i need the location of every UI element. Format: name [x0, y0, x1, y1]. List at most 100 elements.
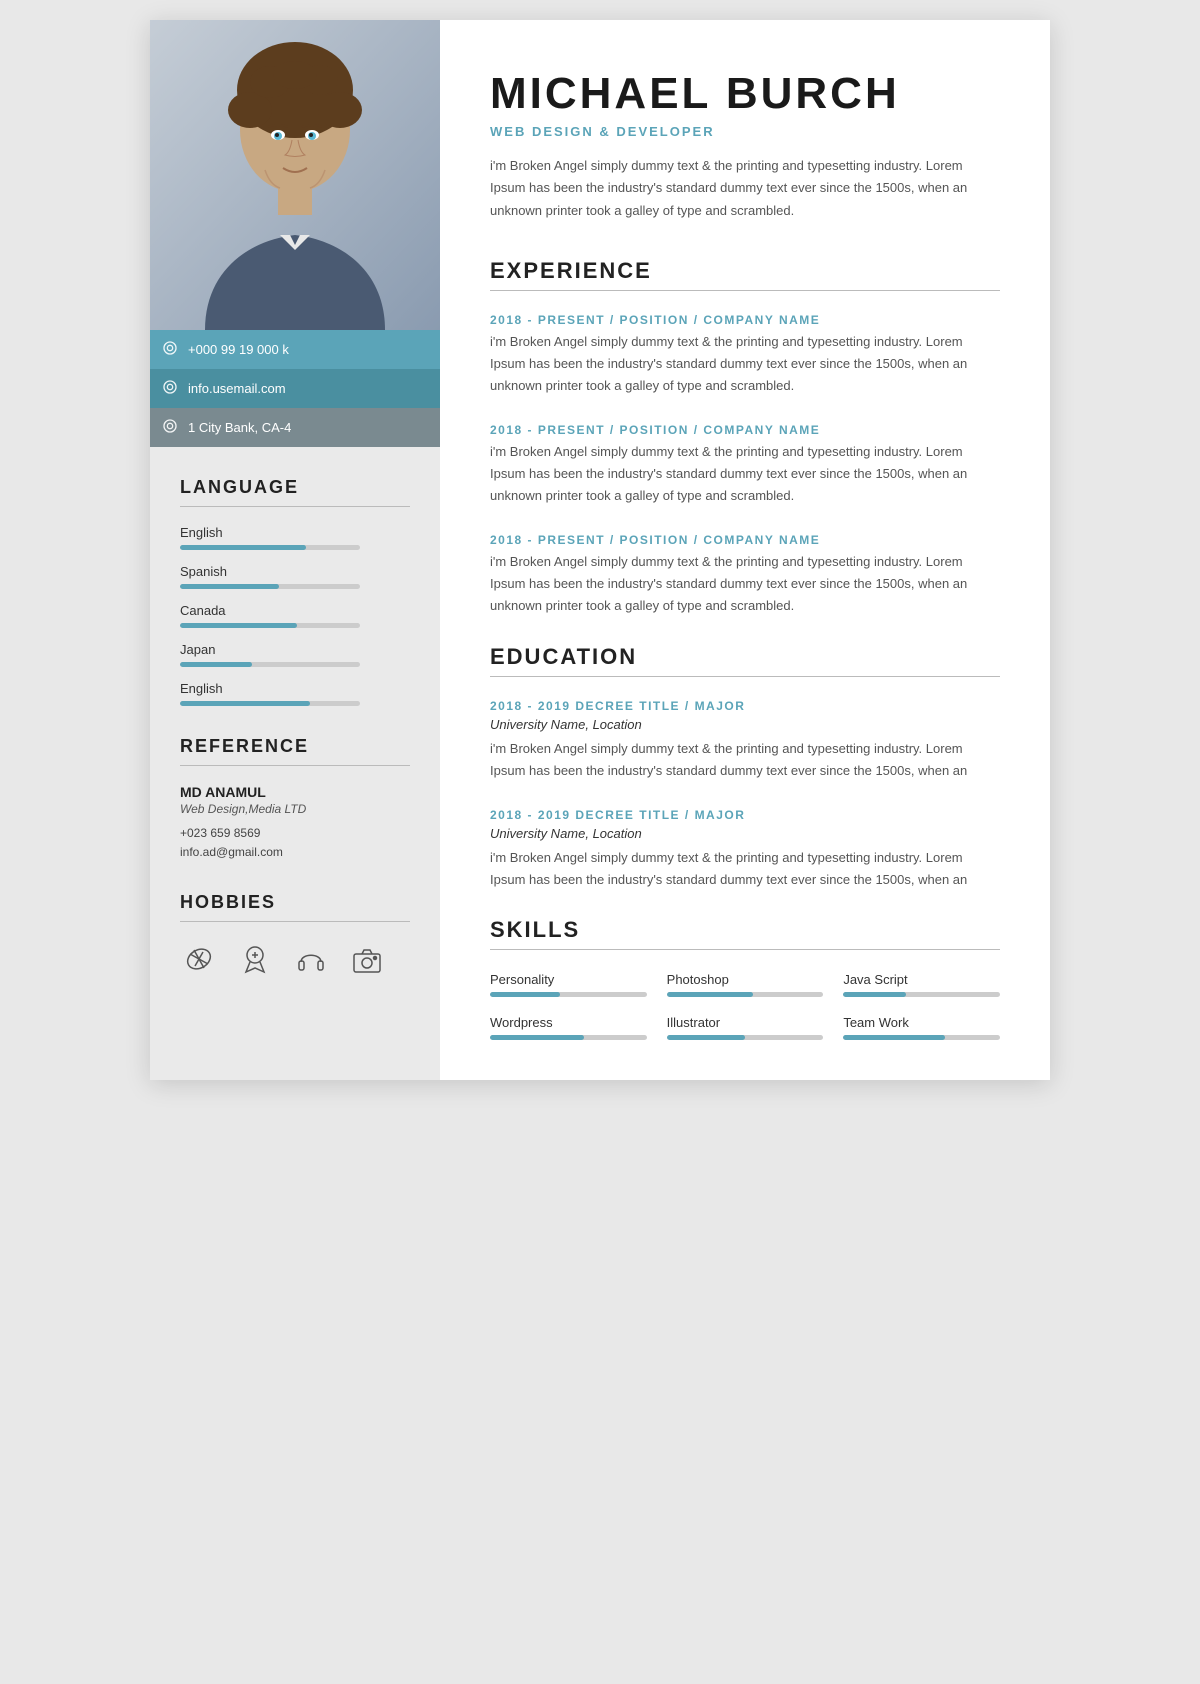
language-name: Japan: [180, 642, 410, 657]
skills-divider: [490, 949, 1000, 950]
skill-bar-bg: [667, 992, 824, 997]
exp-desc: i'm Broken Angel simply dummy text & the…: [490, 551, 1000, 617]
phone-icon: [162, 340, 178, 359]
candidate-name: MICHAEL BURCH: [490, 70, 1000, 118]
language-name: Canada: [180, 603, 410, 618]
skill-bar-bg: [843, 992, 1000, 997]
language-bar-fill: [180, 545, 306, 550]
experience-item: 2018 - PRESENT / POSITION / COMPANY NAME…: [490, 313, 1000, 397]
sidebar: +000 99 19 000 k info.usemail.com 1 City…: [150, 20, 440, 1080]
skill-item: Personality: [490, 972, 647, 997]
edu-desc: i'm Broken Angel simply dummy text & the…: [490, 847, 1000, 891]
skill-item: Illustrator: [667, 1015, 824, 1040]
skill-item: Team Work: [843, 1015, 1000, 1040]
reference-section-title: REFERENCE: [180, 736, 410, 757]
skill-item: Photoshop: [667, 972, 824, 997]
skills-grid: Personality Photoshop Java Script Wordpr…: [490, 972, 1000, 1040]
hobby-icon-football: [180, 940, 218, 978]
email-address: info.usemail.com: [188, 381, 286, 396]
language-bar-bg: [180, 584, 360, 589]
profile-photo: [150, 20, 440, 330]
language-name: English: [180, 681, 410, 696]
skill-bar-fill: [667, 1035, 745, 1040]
language-bar-fill: [180, 584, 279, 589]
education-item: 2018 - 2019 DECREE TITLE / MAJOR Univers…: [490, 808, 1000, 891]
language-item: Japan: [180, 642, 410, 667]
language-item: English: [180, 525, 410, 550]
edu-subtitle: 2018 - 2019 DECREE TITLE / MAJOR: [490, 699, 1000, 713]
skill-bar-fill: [667, 992, 753, 997]
phone-number: +000 99 19 000 k: [188, 342, 289, 357]
language-item: Spanish: [180, 564, 410, 589]
reference-divider: [180, 765, 410, 766]
skill-name: Illustrator: [667, 1015, 824, 1030]
education-item: 2018 - 2019 DECREE TITLE / MAJOR Univers…: [490, 699, 1000, 782]
ref-email: info.ad@gmail.com: [180, 843, 410, 862]
main-content: MICHAEL BURCH WEB DESIGN & DEVELOPER i'm…: [440, 20, 1050, 1080]
education-list: 2018 - 2019 DECREE TITLE / MAJOR Univers…: [490, 699, 1000, 891]
hobbies-section-title: HOBBIES: [180, 892, 410, 913]
address-icon: [162, 418, 178, 437]
language-section-title: LANGUAGE: [180, 477, 410, 498]
language-item: Canada: [180, 603, 410, 628]
skill-bar-fill: [843, 992, 906, 997]
skill-name: Photoshop: [667, 972, 824, 987]
email-icon: [162, 379, 178, 398]
skill-bar-bg: [490, 1035, 647, 1040]
language-bar-bg: [180, 662, 360, 667]
ref-name: MD ANAMUL: [180, 784, 410, 800]
hobby-icon-music: [292, 940, 330, 978]
experience-item: 2018 - PRESENT / POSITION / COMPANY NAME…: [490, 533, 1000, 617]
skill-bar-bg: [667, 1035, 824, 1040]
language-bar-fill: [180, 662, 252, 667]
hobbies-icons: [180, 940, 410, 978]
candidate-title: WEB DESIGN & DEVELOPER: [490, 124, 1000, 139]
skill-name: Personality: [490, 972, 647, 987]
skill-bar-bg: [490, 992, 647, 997]
education-section-title: EDUCATION: [490, 644, 1000, 670]
edu-desc: i'm Broken Angel simply dummy text & the…: [490, 738, 1000, 782]
exp-subtitle: 2018 - PRESENT / POSITION / COMPANY NAME: [490, 423, 1000, 437]
hobby-icon-award: [236, 940, 274, 978]
experience-list: 2018 - PRESENT / POSITION / COMPANY NAME…: [490, 313, 1000, 618]
language-bar-fill: [180, 623, 297, 628]
language-list: English Spanish Canada Japan English: [180, 525, 410, 706]
experience-item: 2018 - PRESENT / POSITION / COMPANY NAME…: [490, 423, 1000, 507]
exp-desc: i'm Broken Angel simply dummy text & the…: [490, 441, 1000, 507]
sidebar-content: LANGUAGE English Spanish Canada Japan En…: [150, 447, 440, 1008]
language-item: English: [180, 681, 410, 706]
candidate-summary: i'm Broken Angel simply dummy text & the…: [490, 155, 1000, 221]
skills-section-title: SKILLS: [490, 917, 1000, 943]
language-bar-bg: [180, 623, 360, 628]
edu-university: University Name, Location: [490, 826, 1000, 841]
skill-bar-fill: [490, 992, 560, 997]
education-divider: [490, 676, 1000, 677]
contact-bar: +000 99 19 000 k info.usemail.com 1 City…: [150, 330, 440, 447]
skill-item: Java Script: [843, 972, 1000, 997]
address-text: 1 City Bank, CA-4: [188, 420, 291, 435]
skill-name: Wordpress: [490, 1015, 647, 1030]
skill-bar-bg: [843, 1035, 1000, 1040]
language-bar-fill: [180, 701, 310, 706]
skill-bar-fill: [490, 1035, 584, 1040]
experience-divider: [490, 290, 1000, 291]
language-bar-bg: [180, 545, 360, 550]
contact-phone: +000 99 19 000 k: [150, 330, 440, 369]
resume-container: +000 99 19 000 k info.usemail.com 1 City…: [150, 20, 1050, 1080]
language-name: Spanish: [180, 564, 410, 579]
reference-block: MD ANAMUL Web Design,Media LTD +023 659 …: [180, 784, 410, 862]
skill-item: Wordpress: [490, 1015, 647, 1040]
contact-address: 1 City Bank, CA-4: [150, 408, 440, 447]
ref-title: Web Design,Media LTD: [180, 802, 410, 816]
exp-subtitle: 2018 - PRESENT / POSITION / COMPANY NAME: [490, 533, 1000, 547]
language-name: English: [180, 525, 410, 540]
skill-bar-fill: [843, 1035, 945, 1040]
hobbies-divider: [180, 921, 410, 922]
skill-name: Java Script: [843, 972, 1000, 987]
ref-phone: +023 659 8569: [180, 824, 410, 843]
language-divider: [180, 506, 410, 507]
exp-desc: i'm Broken Angel simply dummy text & the…: [490, 331, 1000, 397]
skill-name: Team Work: [843, 1015, 1000, 1030]
exp-subtitle: 2018 - PRESENT / POSITION / COMPANY NAME: [490, 313, 1000, 327]
edu-university: University Name, Location: [490, 717, 1000, 732]
